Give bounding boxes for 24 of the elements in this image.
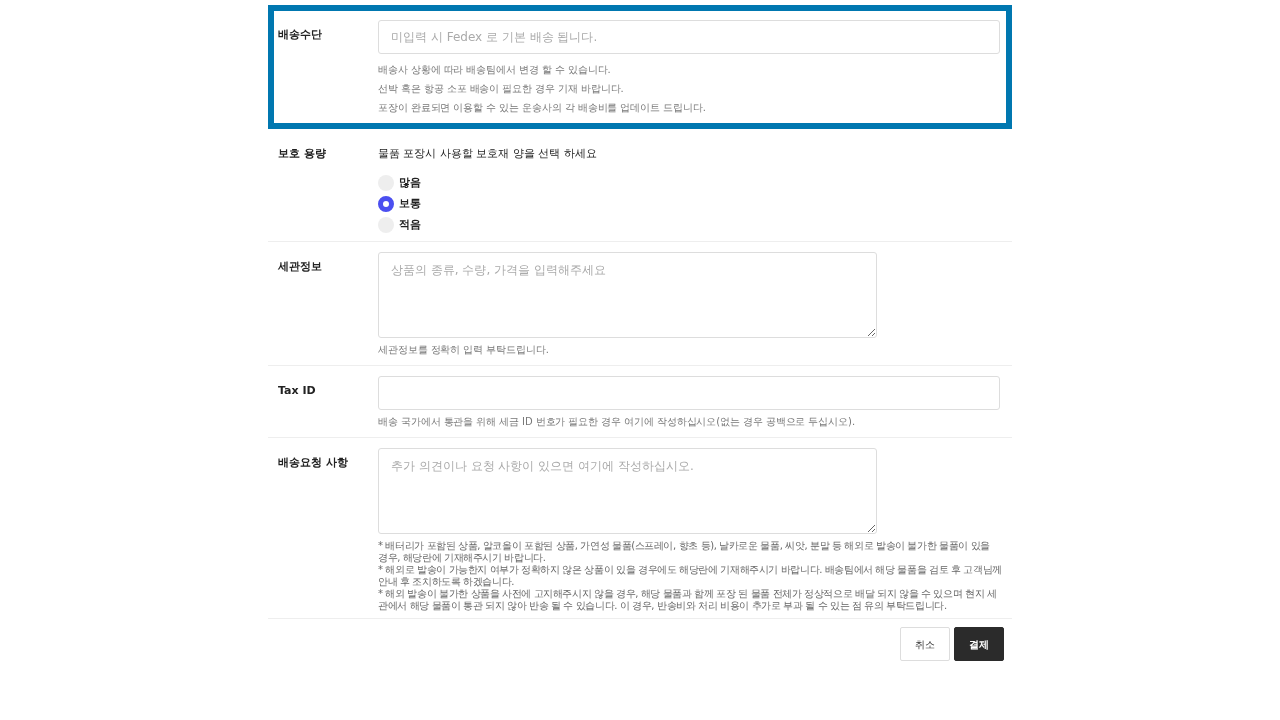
warning-text: * 해외로 발송이 가능한지 여부가 정확하지 않은 상품이 있을 경우에도 해당란에 기재해주시기 바랍니다. 배송팀에서 해당 물품을 검토 후 고객님께 안내 후 조치하도록 하겠습니다.: [378, 564, 1002, 589]
radio-label: 보통: [399, 197, 421, 210]
field-label: 세관정보: [278, 259, 323, 276]
field-label: 보호 용량: [278, 146, 327, 162]
text-input[interactable]: [378, 376, 1000, 411]
cancel-button[interactable]: 취소: [900, 627, 950, 662]
help-text: 포장이 완료되면 이용할 수 있는 운송사의 각 배송비를 업데이트 드립니다.: [378, 101, 707, 115]
radio-label: 적음: [399, 218, 421, 231]
field-description: 물품 포장시 사용할 보호재 양을 선택 하세요: [378, 146, 598, 161]
warning-text: * 해외 발송이 불가한 상품을 사전에 고지해주시지 않을 경우, 해당 물품과 함께 포장 된 물품 전체가 정상적으로 배달 되지 않을 수 있으며 현지 세관에서 해당 물품이 통관 되지 않아 반송 될 수 있습니다. 이 경우, 반송비와 처리 비용이 추가로 부과 될 수 있는 점 유의 부탁드립니다.: [378, 588, 998, 613]
help-text: 배송 국가에서 통관을 위해 세금 ID 번호가 필요한 경우 여기에 작성하십시오(없는 경우 공백으로 두십시오).: [378, 415, 856, 430]
field-label: 배송수단: [278, 27, 323, 43]
field-label: Tax ID: [278, 383, 317, 400]
help-text: 세관정보를 정확히 입력 부탁드립니다.: [378, 343, 550, 358]
help-text: 선박 혹은 항공 소포 배송이 필요한 경우 기재 바랍니다.: [378, 82, 625, 96]
warning-text: * 배터리가 포함된 상품, 알코올이 포함된 상품, 가연성 물품(스프레이, 향초 등), 날카로운 물품, 씨앗, 분말 등 해외로 발송이 불가한 물품이 있을 경우, 해당란에 기재해주시기 바랍니다.: [378, 540, 991, 565]
radio-button[interactable]: [378, 195, 394, 212]
text-input[interactable]: 미입력 시 Fedex 로 기본 배송 됩니다.: [378, 20, 1000, 54]
field-label: 배송요청 사항: [278, 455, 349, 472]
text-area[interactable]: 상품의 종류, 수량, 가격을 입력해주세요: [378, 252, 877, 339]
help-text: 배송사 상황에 따라 배송팀에서 변경 할 수 있습니다.: [378, 63, 612, 77]
pay-button[interactable]: 결제: [954, 627, 1004, 662]
text-area[interactable]: 추가 의견이나 요청 사항이 있으면 여기에 작성하십시오.: [378, 448, 877, 535]
radio-label: 많음: [399, 176, 421, 189]
